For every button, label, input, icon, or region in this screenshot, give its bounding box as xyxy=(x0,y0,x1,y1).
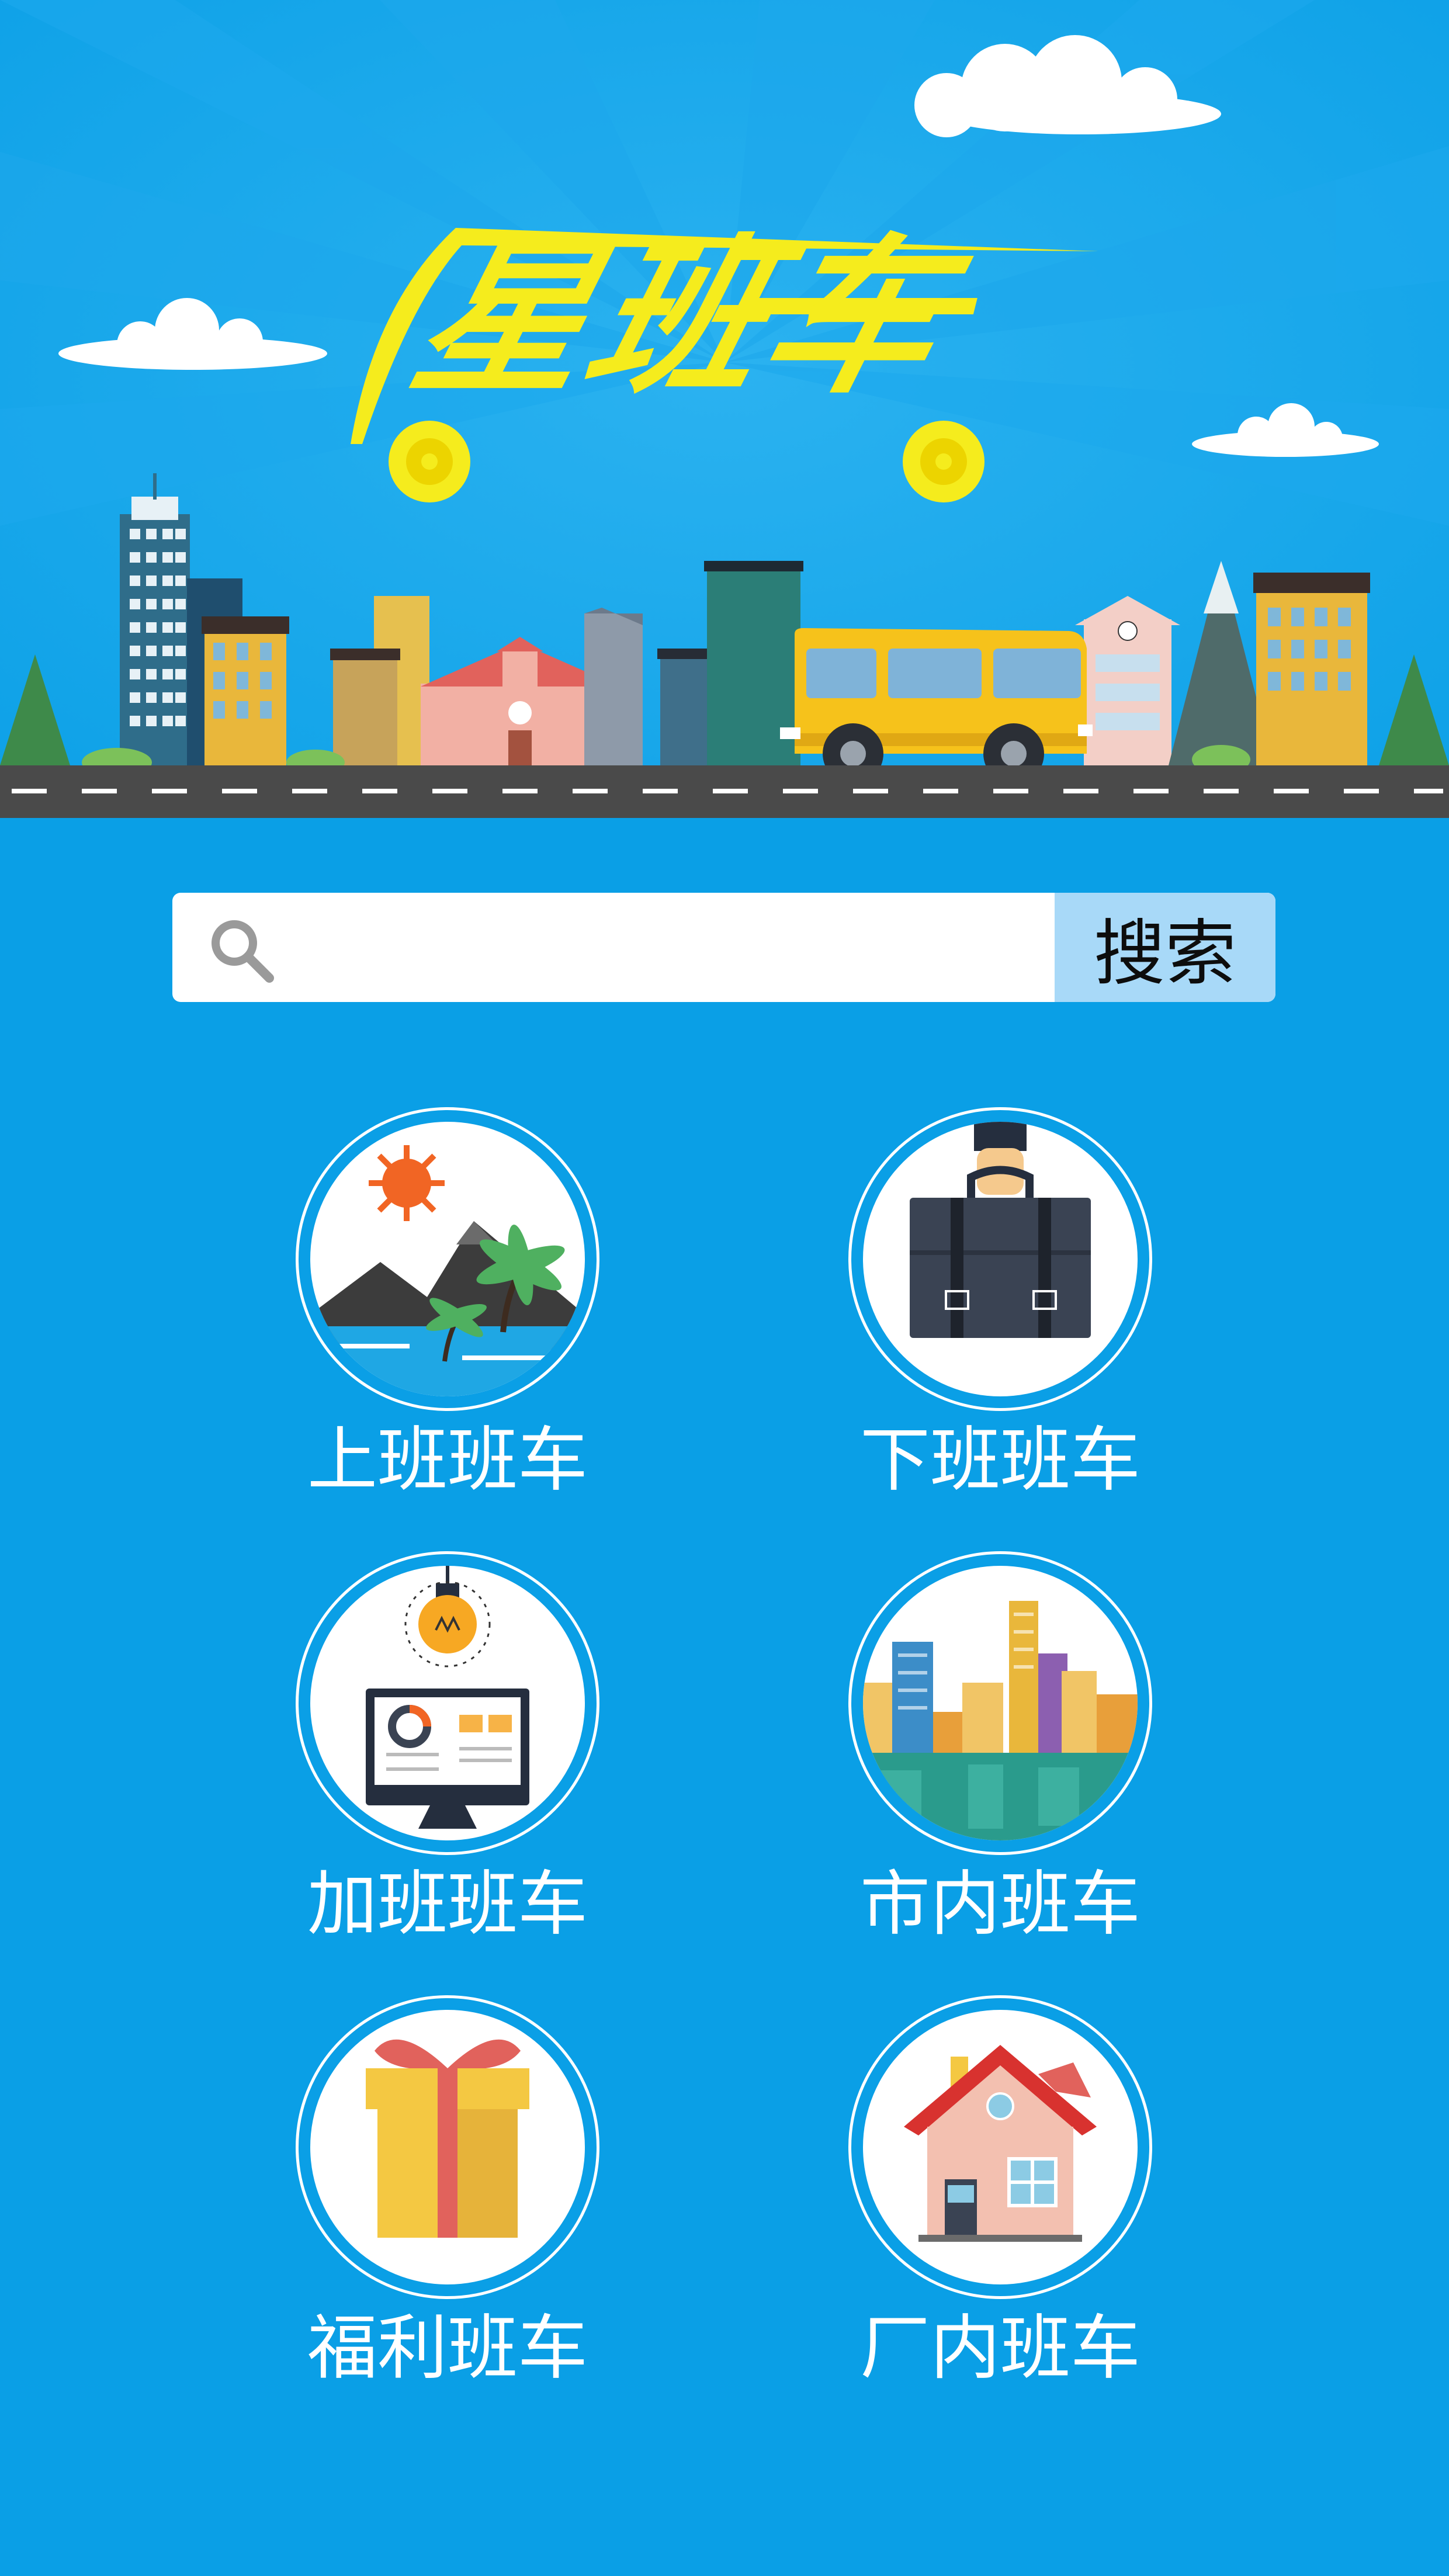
logo-wheel-left xyxy=(389,421,470,502)
category-commute-evening[interactable]: 下班班车 xyxy=(841,1107,1169,1528)
category-welfare[interactable]: 福利班车 xyxy=(289,1995,616,2416)
category-overtime[interactable]: 加班班车 xyxy=(289,1551,616,1972)
city-skyline-icon xyxy=(863,1601,1138,1840)
sun-mountain-icon xyxy=(310,1145,585,1396)
search-input[interactable] xyxy=(289,893,1045,1002)
briefcase-icon xyxy=(910,1122,1091,1338)
category-label: 上班班车 xyxy=(307,1420,588,1501)
category-label: 市内班车 xyxy=(860,1864,1141,1945)
gift-box-icon xyxy=(366,2039,529,2238)
app-screen: 星班车 搜索 上班班车 下班班车 加班班车 市内班车 福利班车 厂内班车 xyxy=(0,0,1449,2576)
category-label: 加班班车 xyxy=(307,1864,588,1945)
category-city[interactable]: 市内班车 xyxy=(841,1551,1169,1972)
house-icon xyxy=(904,2045,1097,2242)
search-icon xyxy=(212,920,274,983)
category-label: 福利班车 xyxy=(307,2308,588,2389)
hero-banner: 星班车 xyxy=(0,0,1449,818)
search-button[interactable]: 搜索 xyxy=(1055,893,1275,1002)
category-label: 下班班车 xyxy=(860,1420,1141,1501)
category-commute-morning[interactable]: 上班班车 xyxy=(289,1107,616,1528)
logo-wheel-right xyxy=(903,421,985,502)
category-factory[interactable]: 厂内班车 xyxy=(841,1995,1169,2416)
lightbulb-monitor-icon xyxy=(366,1566,529,1829)
app-logo: 星班车 xyxy=(396,220,968,417)
search-bar: 搜索 xyxy=(172,893,1275,1002)
category-label: 厂内班车 xyxy=(860,2308,1141,2389)
